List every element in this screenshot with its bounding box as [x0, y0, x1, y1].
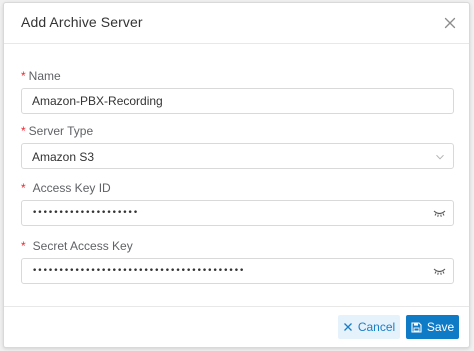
eye-closed-icon[interactable]	[433, 267, 446, 276]
access-key-id-input[interactable]	[22, 201, 453, 225]
access-key-id-label: * Access Key ID	[21, 181, 111, 195]
required-mark: *	[21, 69, 26, 83]
save-label: Save	[426, 320, 455, 334]
required-mark: *	[21, 239, 26, 253]
add-archive-server-dialog: Add Archive Server *Name *Server Type Am…	[3, 2, 470, 348]
server-type-value: Amazon S3	[32, 150, 95, 164]
cancel-button[interactable]: Cancel	[338, 315, 400, 339]
cancel-label: Cancel	[357, 320, 396, 334]
required-mark: *	[21, 181, 26, 195]
chevron-down-icon	[436, 154, 444, 160]
secret-access-key-field[interactable]	[21, 258, 454, 284]
save-button[interactable]: Save	[406, 315, 459, 339]
server-type-label-text: Server Type	[28, 124, 94, 138]
secret-access-key-label: * Secret Access Key	[21, 239, 133, 253]
close-icon	[343, 323, 352, 331]
dialog-header: Add Archive Server	[4, 3, 469, 44]
secret-access-key-input[interactable]	[22, 259, 453, 283]
access-key-id-field[interactable]	[21, 200, 454, 226]
close-button[interactable]	[441, 14, 459, 32]
dialog-footer: Cancel Save	[4, 306, 469, 347]
server-type-label: * Server Type	[21, 124, 93, 138]
access-key-id-label-text: Access Key ID	[32, 181, 111, 195]
name-label-text: Name	[28, 69, 61, 83]
save-icon	[411, 321, 422, 333]
name-field[interactable]	[21, 88, 454, 114]
eye-closed-icon[interactable]	[433, 209, 446, 218]
close-icon	[444, 17, 456, 29]
server-type-select[interactable]: Amazon S3	[21, 143, 454, 169]
name-label: * Name	[21, 69, 61, 83]
name-input[interactable]	[22, 89, 453, 113]
secret-access-key-label-text: Secret Access Key	[32, 239, 133, 253]
required-mark: *	[21, 124, 26, 138]
dialog-title: Add Archive Server	[21, 14, 143, 30]
